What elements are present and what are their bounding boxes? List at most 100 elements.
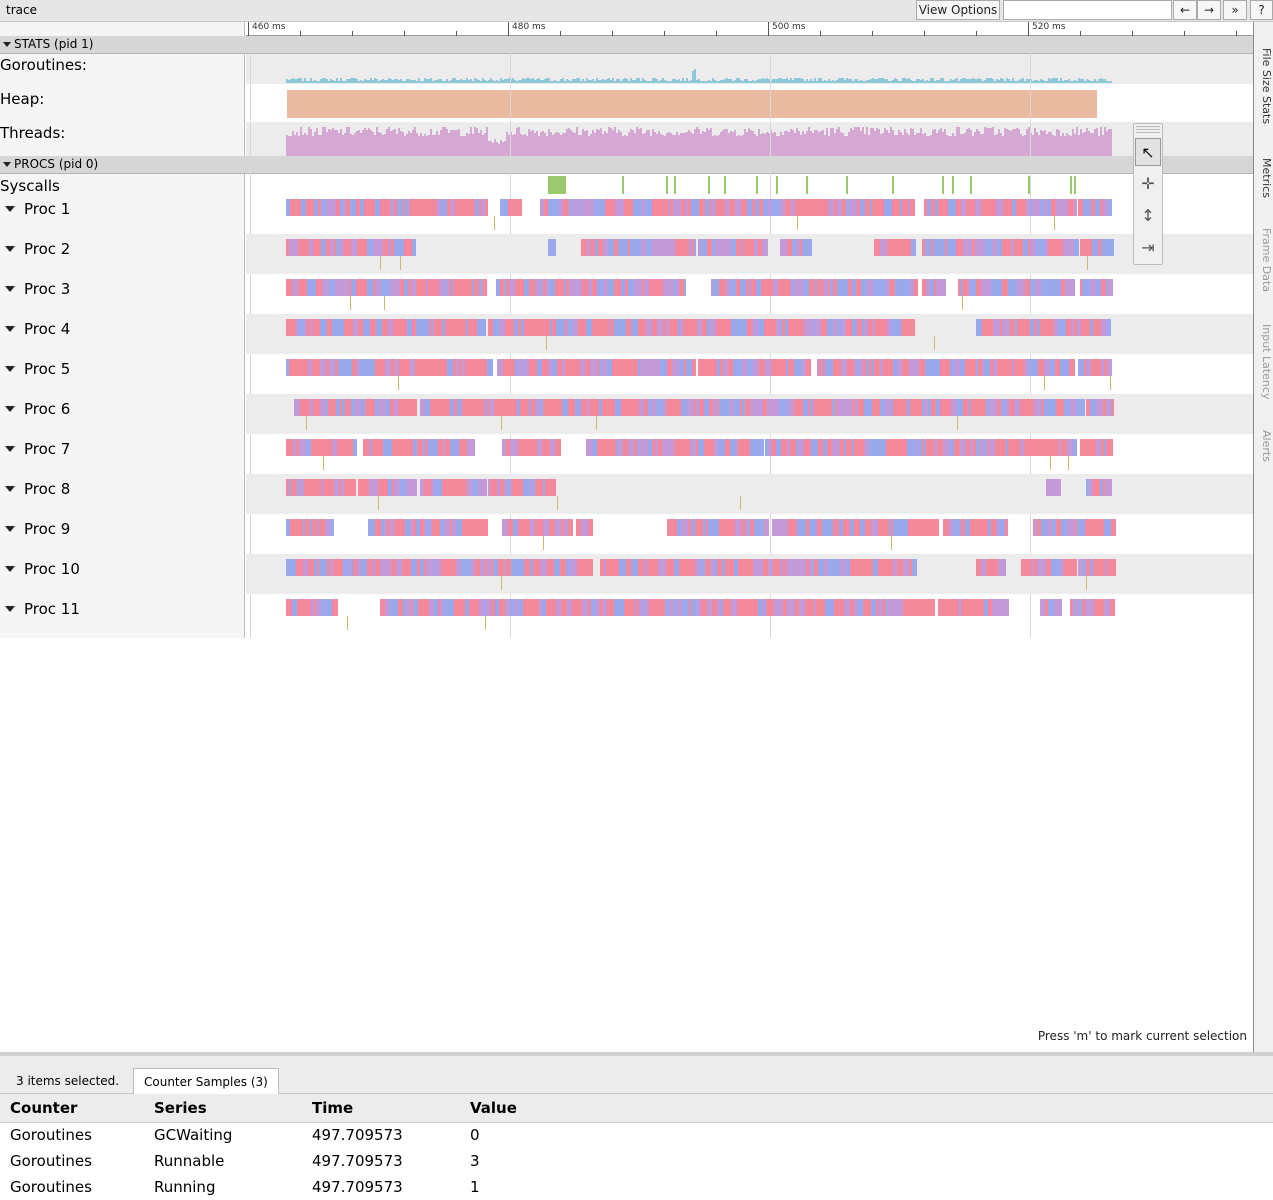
select-cursor-icon[interactable]: ↖ (1135, 138, 1161, 166)
goroutines-counter-track[interactable] (246, 54, 1253, 84)
time-ruler[interactable]: 460 ms 480 ms 500 ms 520 ms (246, 22, 1253, 36)
expand-triangle-icon[interactable] (5, 606, 15, 612)
tab-counter-samples[interactable]: Counter Samples (3) (133, 1068, 279, 1095)
table-cell: 0 (470, 1126, 480, 1145)
column-header[interactable]: Time (302, 1094, 460, 1123)
proc-row-label[interactable]: Proc 1 (0, 200, 245, 218)
proc-slices (286, 479, 1112, 510)
proc-slices (286, 359, 1112, 390)
column-header[interactable]: Counter (0, 1094, 144, 1123)
help-button[interactable]: ? (1250, 0, 1273, 20)
proc-slices (286, 199, 1112, 230)
table-cell: 1 (470, 1178, 480, 1196)
timeline-view[interactable]: 460 ms 480 ms 500 ms 520 ms STATS (pid 1… (0, 22, 1253, 638)
expand-triangle-icon[interactable] (5, 286, 15, 292)
proc-name: Proc 6 (24, 400, 71, 418)
proc-slices (286, 319, 1111, 350)
proc-name: Proc 1 (24, 200, 71, 218)
expand-triangle-icon[interactable] (5, 326, 15, 332)
proc-slices (286, 519, 1116, 550)
collapse-triangle-icon[interactable] (3, 42, 11, 47)
proc-row-label[interactable]: Proc 7 (0, 440, 245, 458)
heap-counter-track[interactable] (246, 84, 1253, 122)
stats-group-label: STATS (pid 1) (14, 37, 94, 51)
proc-track[interactable] (246, 554, 1253, 594)
proc-slices (286, 279, 1113, 310)
expand-triangle-icon[interactable] (5, 486, 15, 492)
analysis-panel: 3 items selected. Counter Samples (3) Co… (0, 1052, 1273, 1200)
drag-grip-icon[interactable] (1136, 126, 1160, 134)
column-header[interactable]: Value (460, 1094, 1273, 1123)
tab-input-latency[interactable]: Input Latency (1255, 324, 1273, 399)
ruler-tick-label: 480 ms (512, 22, 546, 32)
table-cell: Goroutines (10, 1152, 92, 1170)
procs-group-header[interactable]: PROCS (pid 0) (0, 156, 1253, 174)
tab-frame-data[interactable]: Frame Data (1255, 228, 1273, 292)
tab-alerts[interactable]: Alerts (1255, 430, 1273, 462)
proc-track[interactable] (246, 434, 1253, 474)
mark-selection-hint: Press 'm' to mark current selection (1037, 1029, 1247, 1043)
expand-triangle-icon[interactable] (5, 446, 15, 452)
heap-label: Heap: (0, 90, 45, 108)
back-arrow-icon[interactable]: ← (1173, 0, 1197, 20)
side-panel-tabs: File Size Stats Metrics Frame Data Input… (1253, 22, 1273, 1052)
proc-track[interactable] (246, 314, 1253, 354)
expand-triangle-icon[interactable] (5, 206, 15, 212)
syscalls-label: Syscalls (0, 177, 60, 195)
proc-track[interactable] (246, 594, 1253, 634)
collapse-triangle-icon[interactable] (3, 162, 11, 167)
tab-metrics[interactable]: Metrics (1255, 158, 1273, 198)
table-cell: Runnable (154, 1152, 225, 1170)
threads-counter-track[interactable] (246, 122, 1253, 156)
proc-slices (286, 239, 1114, 270)
expand-triangle-icon[interactable] (5, 526, 15, 532)
timing-icon[interactable]: ⇥ (1135, 234, 1161, 262)
proc-slices (294, 399, 1114, 430)
proc-row-label[interactable]: Proc 4 (0, 320, 245, 338)
proc-track[interactable] (246, 354, 1253, 394)
goroutines-label: Goroutines: (0, 56, 87, 74)
proc-track[interactable] (246, 234, 1253, 274)
more-chevron-icon[interactable]: » (1223, 0, 1247, 20)
proc-track[interactable] (246, 274, 1253, 314)
proc-row-label[interactable]: Proc 9 (0, 520, 245, 538)
threads-label: Threads: (0, 124, 66, 142)
proc-track[interactable] (246, 474, 1253, 514)
counter-samples-table: Counter Series Time Value Goroutines GCW… (0, 1094, 1273, 1200)
proc-slices (286, 439, 1113, 470)
proc-row-label[interactable]: Proc 3 (0, 280, 245, 298)
proc-name: Proc 10 (24, 560, 80, 578)
proc-row-label[interactable]: Proc 10 (0, 560, 245, 578)
mouse-mode-selector[interactable]: ↖ ✛ ↕ ⇥ (1133, 123, 1163, 265)
table-row[interactable]: Goroutines Runnable 497.709573 3 (0, 1148, 1273, 1174)
proc-track[interactable] (246, 194, 1253, 234)
proc-row-label[interactable]: Proc 8 (0, 480, 245, 498)
expand-triangle-icon[interactable] (5, 246, 15, 252)
expand-triangle-icon[interactable] (5, 566, 15, 572)
trace-title: trace (6, 3, 37, 17)
forward-arrow-icon[interactable]: → (1197, 0, 1221, 20)
table-cell: GCWaiting (154, 1126, 233, 1145)
proc-row-label[interactable]: Proc 2 (0, 240, 245, 258)
search-input[interactable] (1003, 0, 1172, 20)
proc-row-label[interactable]: Proc 6 (0, 400, 245, 418)
table-row[interactable]: Goroutines Running 497.709573 1 (0, 1174, 1273, 1200)
stats-group-header[interactable]: STATS (pid 1) (0, 36, 1253, 54)
view-options-button[interactable]: View Options (916, 0, 1000, 20)
proc-slices (286, 599, 1115, 630)
proc-row-label[interactable]: Proc 11 (0, 600, 245, 618)
proc-name: Proc 7 (24, 440, 71, 458)
syscalls-track[interactable] (246, 174, 1253, 194)
proc-track[interactable] (246, 514, 1253, 554)
analysis-tab-strip: 3 items selected. Counter Samples (3) (0, 1056, 1273, 1095)
proc-row-label[interactable]: Proc 5 (0, 360, 245, 378)
zoom-icon[interactable]: ↕ (1135, 202, 1161, 230)
table-row[interactable]: Goroutines GCWaiting 497.709573 0 (0, 1122, 1273, 1148)
pan-icon[interactable]: ✛ (1135, 170, 1161, 198)
expand-triangle-icon[interactable] (5, 406, 15, 412)
top-toolbar: trace View Options ← → » ? (0, 0, 1273, 22)
proc-track[interactable] (246, 394, 1253, 434)
column-header[interactable]: Series (144, 1094, 302, 1123)
tab-file-size-stats[interactable]: File Size Stats (1255, 48, 1273, 124)
expand-triangle-icon[interactable] (5, 366, 15, 372)
